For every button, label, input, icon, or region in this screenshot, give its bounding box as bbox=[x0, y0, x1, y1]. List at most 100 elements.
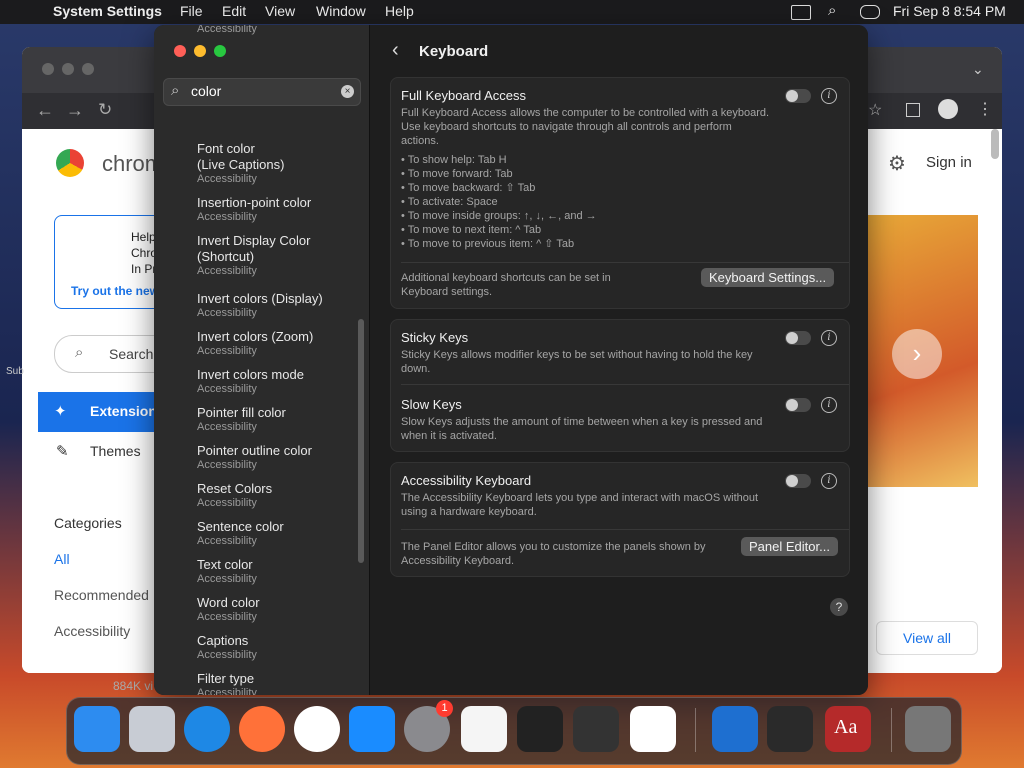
chevron-down-icon[interactable]: ⌄ bbox=[972, 61, 984, 78]
search-result-title: Captions bbox=[197, 633, 249, 648]
menu-edit[interactable]: Edit bbox=[222, 3, 246, 19]
nav-themes[interactable]: Themes bbox=[90, 443, 141, 459]
search-result-item[interactable]: Sentence color Accessibility bbox=[197, 519, 284, 548]
search-result-title: Invert colors (Display) bbox=[197, 291, 323, 306]
slow-keys-info-icon[interactable]: i bbox=[821, 397, 837, 413]
control-center-icon[interactable] bbox=[860, 5, 880, 19]
finder-icon[interactable] bbox=[74, 706, 120, 752]
search-result-title: Pointer outline color bbox=[197, 443, 312, 458]
keyboard-settings-button[interactable]: Keyboard Settings... bbox=[701, 268, 835, 287]
gear-icon[interactable]: ⚙ bbox=[888, 151, 906, 176]
textedit-icon[interactable] bbox=[461, 706, 507, 752]
chrome-zoom-button[interactable] bbox=[82, 63, 94, 75]
close-button[interactable] bbox=[174, 45, 186, 57]
app-menu[interactable]: System Settings bbox=[53, 3, 162, 19]
category-all[interactable]: All bbox=[54, 551, 70, 567]
search-result-item[interactable]: Filter type Accessibility bbox=[197, 671, 257, 695]
firefox-icon[interactable] bbox=[239, 706, 285, 752]
slow-keys-toggle[interactable] bbox=[785, 398, 811, 412]
search-result-title: Sentence color bbox=[197, 519, 284, 534]
keyboard-pane: ‹ Keyboard Full Keyboard Access i Full K… bbox=[370, 25, 868, 695]
search-result-category: Accessibility bbox=[197, 573, 257, 585]
clear-search-icon[interactable]: × bbox=[341, 85, 354, 98]
search-result-item[interactable]: Accessibility bbox=[197, 25, 257, 36]
trash-icon[interactable] bbox=[905, 706, 951, 752]
category-recommended[interactable]: Recommended bbox=[54, 587, 149, 603]
search-result-item[interactable]: Captions Accessibility bbox=[197, 633, 257, 662]
shortcut-bullet: • To activate: Space bbox=[401, 196, 498, 208]
search-result-item[interactable]: Reset Colors Accessibility bbox=[197, 481, 272, 510]
accessibility-keyboard-card: Accessibility Keyboard i The Accessibili… bbox=[390, 462, 850, 577]
status-count: 884K vi bbox=[113, 679, 154, 693]
fka-toggle[interactable] bbox=[785, 89, 811, 103]
sidebar-scrollbar[interactable] bbox=[358, 319, 364, 563]
chrome-logo-icon bbox=[56, 149, 84, 177]
forward-arrow-icon[interactable]: → bbox=[66, 100, 84, 121]
search-icon: ⌕ bbox=[171, 82, 180, 99]
reload-icon[interactable]: ↻ bbox=[98, 100, 112, 120]
promo-line: In Pr bbox=[131, 262, 157, 276]
search-result-item[interactable]: Invert colors (Display) Accessibility bbox=[197, 291, 323, 320]
fka-info-icon[interactable]: i bbox=[821, 88, 837, 104]
search-result-title: Invert colors mode bbox=[197, 367, 304, 382]
dock-separator bbox=[891, 708, 892, 752]
menu-window[interactable]: Window bbox=[316, 3, 366, 19]
search-result-item[interactable]: Invert colors mode Accessibility bbox=[197, 367, 304, 396]
app-store-icon[interactable] bbox=[349, 706, 395, 752]
menu-help[interactable]: Help bbox=[385, 3, 414, 19]
promo-line: Help bbox=[131, 230, 156, 244]
dictionary-icon[interactable]: Aa bbox=[825, 706, 871, 752]
search-result-title: Reset Colors bbox=[197, 481, 273, 496]
minimize-button[interactable] bbox=[194, 45, 206, 57]
chrome-icon[interactable] bbox=[294, 706, 340, 752]
menu-file[interactable]: File bbox=[180, 3, 203, 19]
back-chevron-icon[interactable]: ‹ bbox=[392, 39, 399, 62]
search-result-item[interactable]: Word color Accessibility bbox=[197, 595, 260, 624]
promo-link[interactable]: Try out the new bbox=[71, 284, 159, 298]
terminal-icon[interactable] bbox=[517, 706, 563, 752]
profile-avatar-icon[interactable] bbox=[938, 99, 958, 119]
menu-view[interactable]: View bbox=[265, 3, 295, 19]
zoom-button[interactable] bbox=[214, 45, 226, 57]
search-result-category: Accessibility bbox=[197, 535, 257, 547]
help-icon[interactable]: ? bbox=[830, 598, 848, 616]
sticky-keys-toggle[interactable] bbox=[785, 331, 811, 345]
category-accessibility[interactable]: Accessibility bbox=[54, 623, 130, 639]
search-result-item[interactable]: Pointer fill color Accessibility bbox=[197, 405, 286, 434]
search-result-item[interactable]: Font color (Live Captions) Accessibility bbox=[197, 141, 284, 186]
spotlight-search-icon[interactable]: ⌕ bbox=[828, 2, 836, 19]
activity-monitor-icon[interactable] bbox=[767, 706, 813, 752]
garageband-icon[interactable] bbox=[573, 706, 619, 752]
akb-toggle[interactable] bbox=[785, 474, 811, 488]
screen-mirroring-icon[interactable] bbox=[791, 5, 811, 20]
search-result-item[interactable]: Text color Accessibility bbox=[197, 557, 257, 586]
vscode-icon[interactable] bbox=[630, 706, 676, 752]
search-result-item[interactable]: Insertion-point color Accessibility bbox=[197, 195, 311, 224]
back-arrow-icon[interactable]: ← bbox=[36, 100, 54, 121]
bookmark-star-icon[interactable]: ☆ bbox=[868, 100, 882, 120]
side-sub-text: Sub bbox=[6, 366, 24, 377]
search-result-item[interactable]: Invert colors (Zoom) Accessibility bbox=[197, 329, 313, 358]
view-all-button[interactable]: View all bbox=[876, 621, 978, 655]
chrome-minimize-button[interactable] bbox=[62, 63, 74, 75]
more-menu-icon[interactable]: ⋮ bbox=[977, 99, 993, 119]
keynote-icon[interactable] bbox=[712, 706, 758, 752]
akb-info-icon[interactable]: i bbox=[821, 473, 837, 489]
side-panel-icon[interactable] bbox=[906, 103, 920, 117]
dock: 1 Aa bbox=[66, 697, 962, 765]
settings-search-input[interactable]: ⌕ color × bbox=[163, 78, 361, 106]
chrome-scrollbar[interactable] bbox=[991, 129, 999, 159]
system-settings-icon[interactable]: 1 bbox=[404, 700, 453, 752]
launchpad-icon[interactable] bbox=[129, 706, 175, 752]
search-result-item[interactable]: Pointer outline color Accessibility bbox=[197, 443, 312, 472]
sign-in-link[interactable]: Sign in bbox=[926, 154, 972, 171]
sticky-keys-info-icon[interactable]: i bbox=[821, 330, 837, 346]
panel-editor-button[interactable]: Panel Editor... bbox=[741, 537, 838, 556]
search-result-item[interactable]: Invert Display Color (Shortcut) Accessibi… bbox=[197, 233, 310, 278]
chevron-right-icon[interactable]: › bbox=[892, 329, 942, 379]
shortcut-bullet: • To show help: Tab H bbox=[401, 154, 507, 166]
chrome-close-button[interactable] bbox=[42, 63, 54, 75]
safari-icon[interactable] bbox=[184, 706, 230, 752]
menubar-clock[interactable]: Fri Sep 8 8:54 PM bbox=[893, 3, 1006, 19]
notification-badge: 1 bbox=[436, 700, 453, 717]
